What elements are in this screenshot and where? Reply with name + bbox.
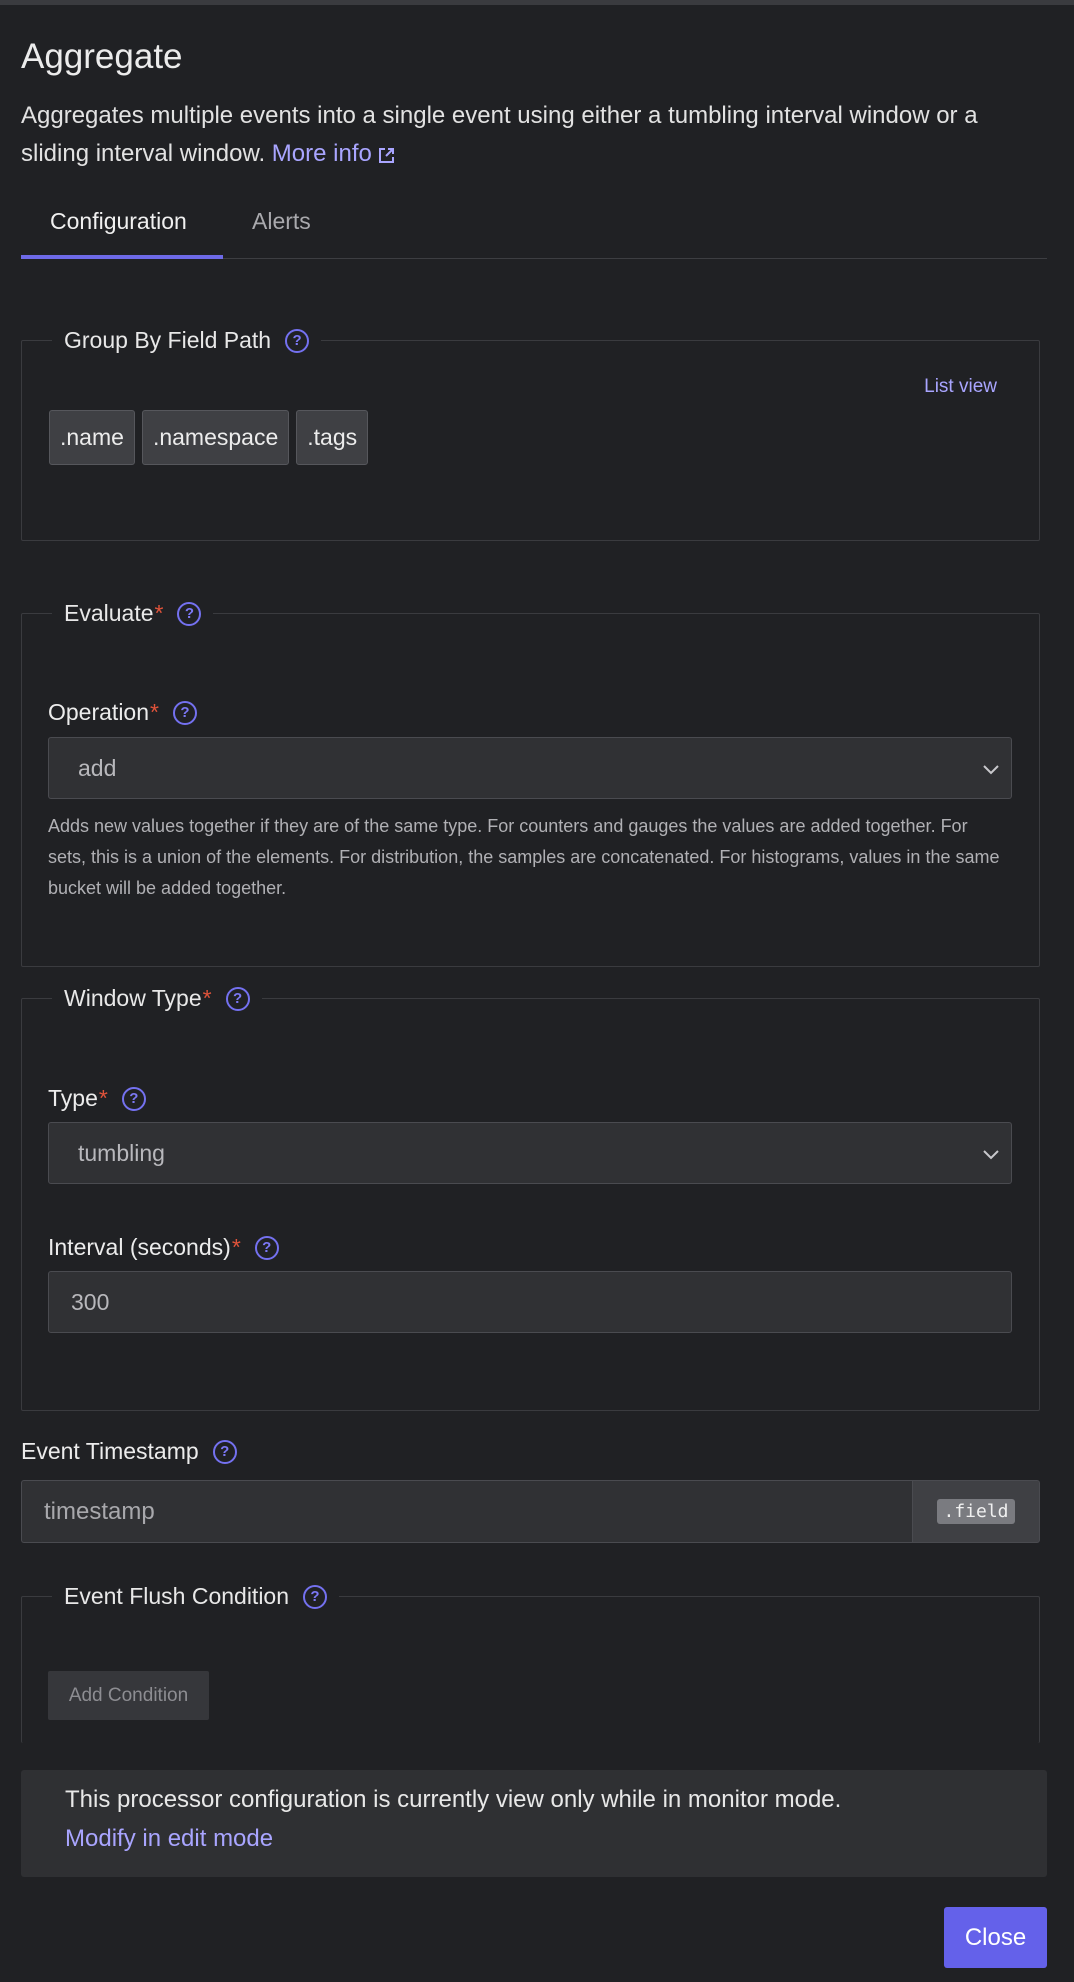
more-info-label: More info: [271, 140, 372, 167]
field-path-chips: .name .namespace .tags: [49, 410, 369, 465]
window-type-title: Window Type: [64, 985, 202, 1011]
help-icon[interactable]: ?: [177, 601, 202, 626]
processor-panel: Aggregate Aggregates multiple events int…: [0, 5, 1074, 1982]
help-icon[interactable]: ?: [172, 700, 197, 725]
external-link-icon: [378, 148, 394, 163]
event-timestamp-input[interactable]: timestamp: [21, 1480, 912, 1543]
operation-value: add: [78, 755, 117, 781]
help-icon[interactable]: ?: [303, 1584, 328, 1609]
evaluate-legend: Evaluate * ?: [52, 600, 213, 627]
tab-configuration[interactable]: Configuration: [21, 200, 223, 259]
field-chip[interactable]: .tags: [296, 410, 369, 465]
close-button[interactable]: Close: [944, 1907, 1047, 1968]
tab-alerts[interactable]: Alerts: [223, 200, 340, 259]
group-by-legend: Group By Field Path ?: [52, 327, 321, 354]
help-icon[interactable]: ?: [225, 986, 250, 1011]
help-icon[interactable]: ?: [121, 1086, 146, 1111]
interval-label-text: Interval (seconds): [48, 1234, 231, 1260]
flush-condition-legend: Event Flush Condition ?: [52, 1583, 339, 1610]
operation-label-text: Operation: [48, 699, 150, 725]
required-marker: *: [98, 1085, 108, 1111]
window-type-select[interactable]: tumbling: [48, 1122, 1012, 1184]
interval-label: Interval (seconds) * ?: [48, 1234, 279, 1261]
add-condition-button[interactable]: Add Condition: [48, 1671, 209, 1720]
flush-condition-title: Event Flush Condition: [64, 1583, 290, 1609]
more-info-link[interactable]: More info: [272, 140, 395, 167]
page-title: Aggregate: [21, 37, 183, 76]
help-icon[interactable]: ?: [285, 328, 310, 353]
field-badge: .field: [937, 1499, 1015, 1524]
field-toggle-button[interactable]: .field: [912, 1480, 1040, 1543]
group-by-fieldset: Group By Field Path ? List view .name .n…: [21, 327, 1040, 541]
tab-bar: Configuration Alerts: [21, 200, 1047, 259]
window-type-value: tumbling: [78, 1140, 165, 1166]
help-icon[interactable]: ?: [212, 1439, 237, 1464]
required-marker: *: [202, 985, 212, 1011]
chevron-down-icon: [983, 765, 999, 775]
type-label-text: Type: [48, 1085, 98, 1111]
required-marker: *: [231, 1234, 241, 1260]
event-timestamp-label-text: Event Timestamp: [21, 1438, 199, 1464]
group-by-title: Group By Field Path: [64, 327, 272, 353]
field-chip[interactable]: .namespace: [141, 410, 290, 465]
notice-text: This processor configuration is currentl…: [65, 1786, 842, 1813]
evaluate-title: Evaluate: [64, 600, 154, 626]
window-type-fieldset: Window Type * ?: [21, 985, 1040, 1411]
chevron-down-icon: [983, 1150, 999, 1160]
field-chip[interactable]: .name: [49, 410, 135, 465]
type-label: Type * ?: [48, 1085, 146, 1112]
required-marker: *: [154, 600, 164, 626]
operation-hint: Adds new values together if they are of …: [48, 816, 1000, 898]
interval-input[interactable]: 300: [48, 1271, 1012, 1333]
help-icon[interactable]: ?: [254, 1235, 279, 1260]
list-view-link[interactable]: List view: [924, 376, 997, 398]
event-timestamp-label: Event Timestamp ?: [21, 1438, 237, 1465]
modify-edit-mode-link[interactable]: Modify in edit mode: [65, 1825, 273, 1853]
monitor-mode-notice: This processor configuration is currentl…: [21, 1770, 1047, 1877]
page-description: Aggregates multiple events into a single…: [21, 97, 1051, 173]
operation-label: Operation * ?: [48, 699, 197, 726]
description-text: Aggregates multiple events into a single…: [21, 102, 978, 167]
required-marker: *: [150, 699, 159, 725]
operation-select[interactable]: add: [48, 737, 1012, 799]
window-type-legend: Window Type * ?: [52, 985, 262, 1012]
